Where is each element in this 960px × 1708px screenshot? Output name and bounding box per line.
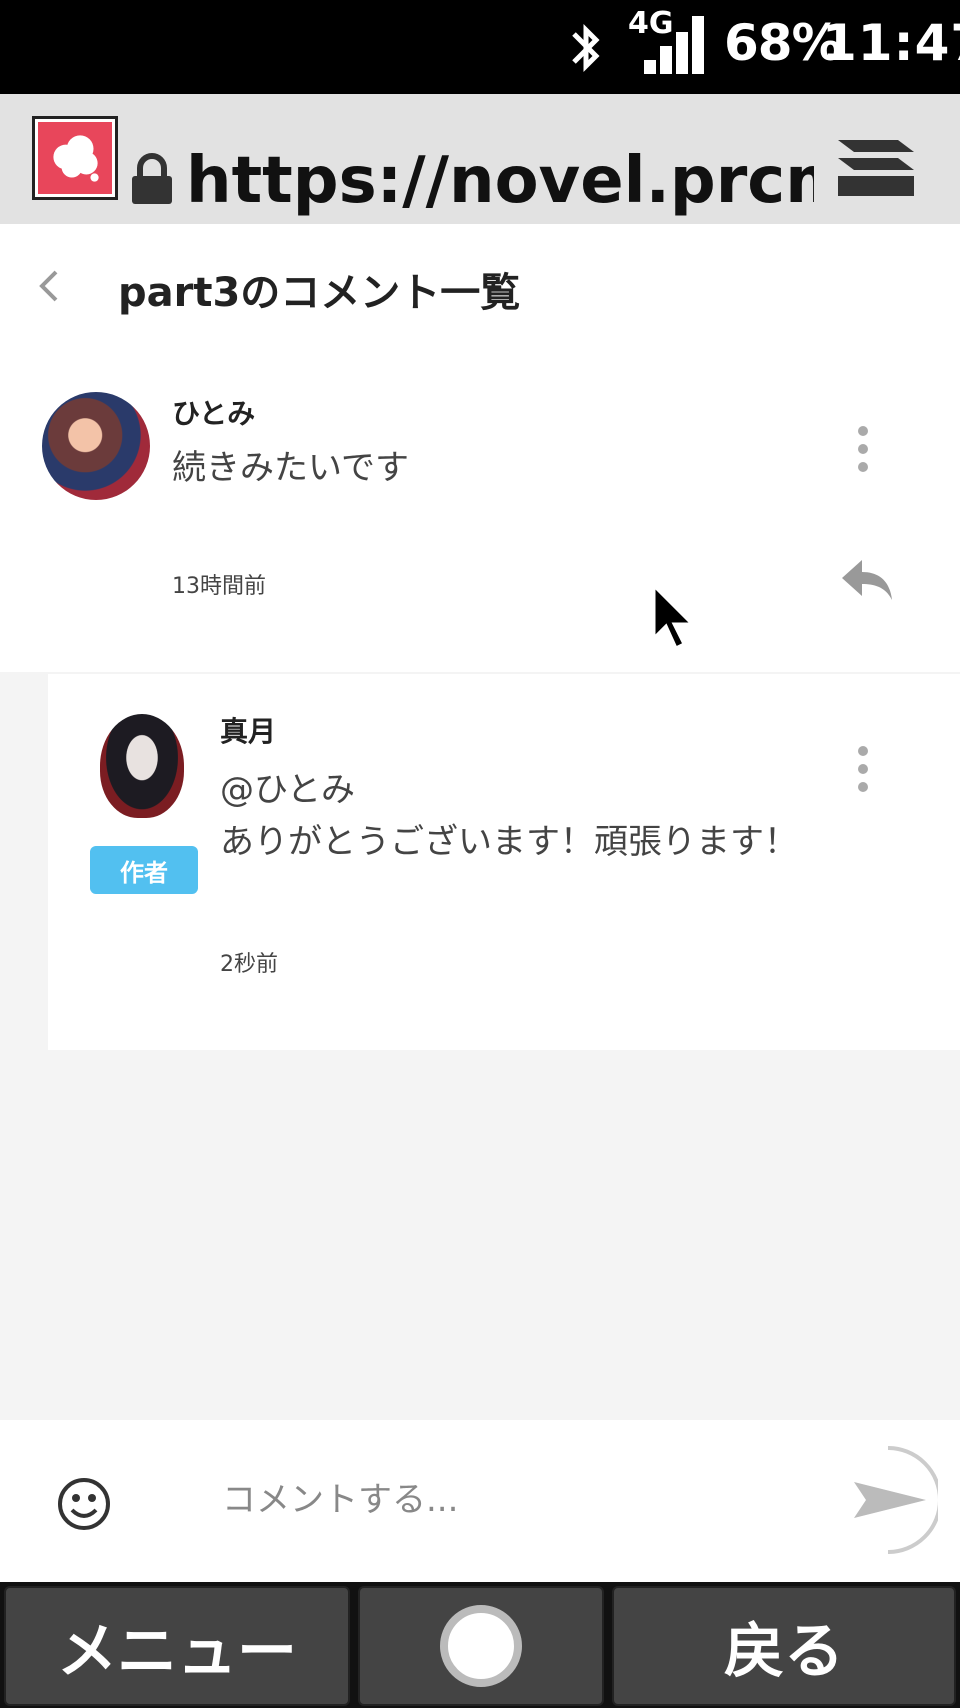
home-circle-icon [440, 1605, 522, 1687]
comment-text: 続きみたいです [172, 448, 409, 488]
avatar[interactable] [42, 392, 150, 500]
reply-mention[interactable]: @ひとみ [220, 762, 355, 811]
more-options-icon[interactable] [856, 424, 870, 474]
back-button[interactable]: 戻る [612, 1586, 956, 1706]
browser-url-bar: https://novel.prcm.jp/r [0, 94, 960, 224]
comment-page: part3のコメント一覧 ひとみ 続きみたいです 13時間前 作者 真月 @ひと… [0, 224, 960, 1420]
comment-item: ひとみ 続きみたいです 13時間前 [0, 354, 960, 672]
comment-author[interactable]: ひとみ [172, 392, 255, 432]
status-bar: 4G 68% 11:47 [0, 0, 960, 94]
clock: 11:47 [822, 14, 960, 72]
tabs-stack-icon[interactable] [836, 134, 916, 200]
lock-icon [132, 153, 172, 204]
author-badge: 作者 [90, 846, 198, 894]
page-title: part3のコメント一覧 [118, 270, 521, 316]
mouse-cursor-icon [652, 584, 696, 651]
page-header: part3のコメント一覧 [0, 224, 960, 354]
site-favicon-icon[interactable] [32, 116, 118, 200]
comment-input[interactable] [222, 1472, 742, 1528]
reply-text: ありがとうございます！頑張ります！ [220, 822, 798, 862]
reply-timestamp: 2秒前 [220, 952, 278, 977]
comment-timestamp: 13時間前 [172, 574, 266, 599]
bottom-nav: メニュー 戻る [0, 1582, 960, 1708]
url-text[interactable]: https://novel.prcm.jp/r [186, 146, 814, 216]
comment-input-bar [0, 1420, 960, 1582]
more-options-icon[interactable] [856, 744, 870, 794]
reply-icon[interactable] [838, 554, 896, 604]
reply-author[interactable]: 真月 [220, 710, 276, 750]
bluetooth-icon [572, 23, 600, 73]
avatar[interactable] [100, 714, 184, 818]
signal-icon [644, 16, 704, 74]
home-button[interactable] [358, 1586, 604, 1706]
back-chevron-icon[interactable] [34, 264, 64, 308]
reply-item: 作者 真月 @ひとみ ありがとうございます！頑張ります！ 2秒前 [48, 674, 960, 1050]
emoji-icon[interactable] [56, 1476, 112, 1532]
send-icon[interactable] [848, 1442, 938, 1558]
menu-button[interactable]: メニュー [4, 1586, 350, 1706]
